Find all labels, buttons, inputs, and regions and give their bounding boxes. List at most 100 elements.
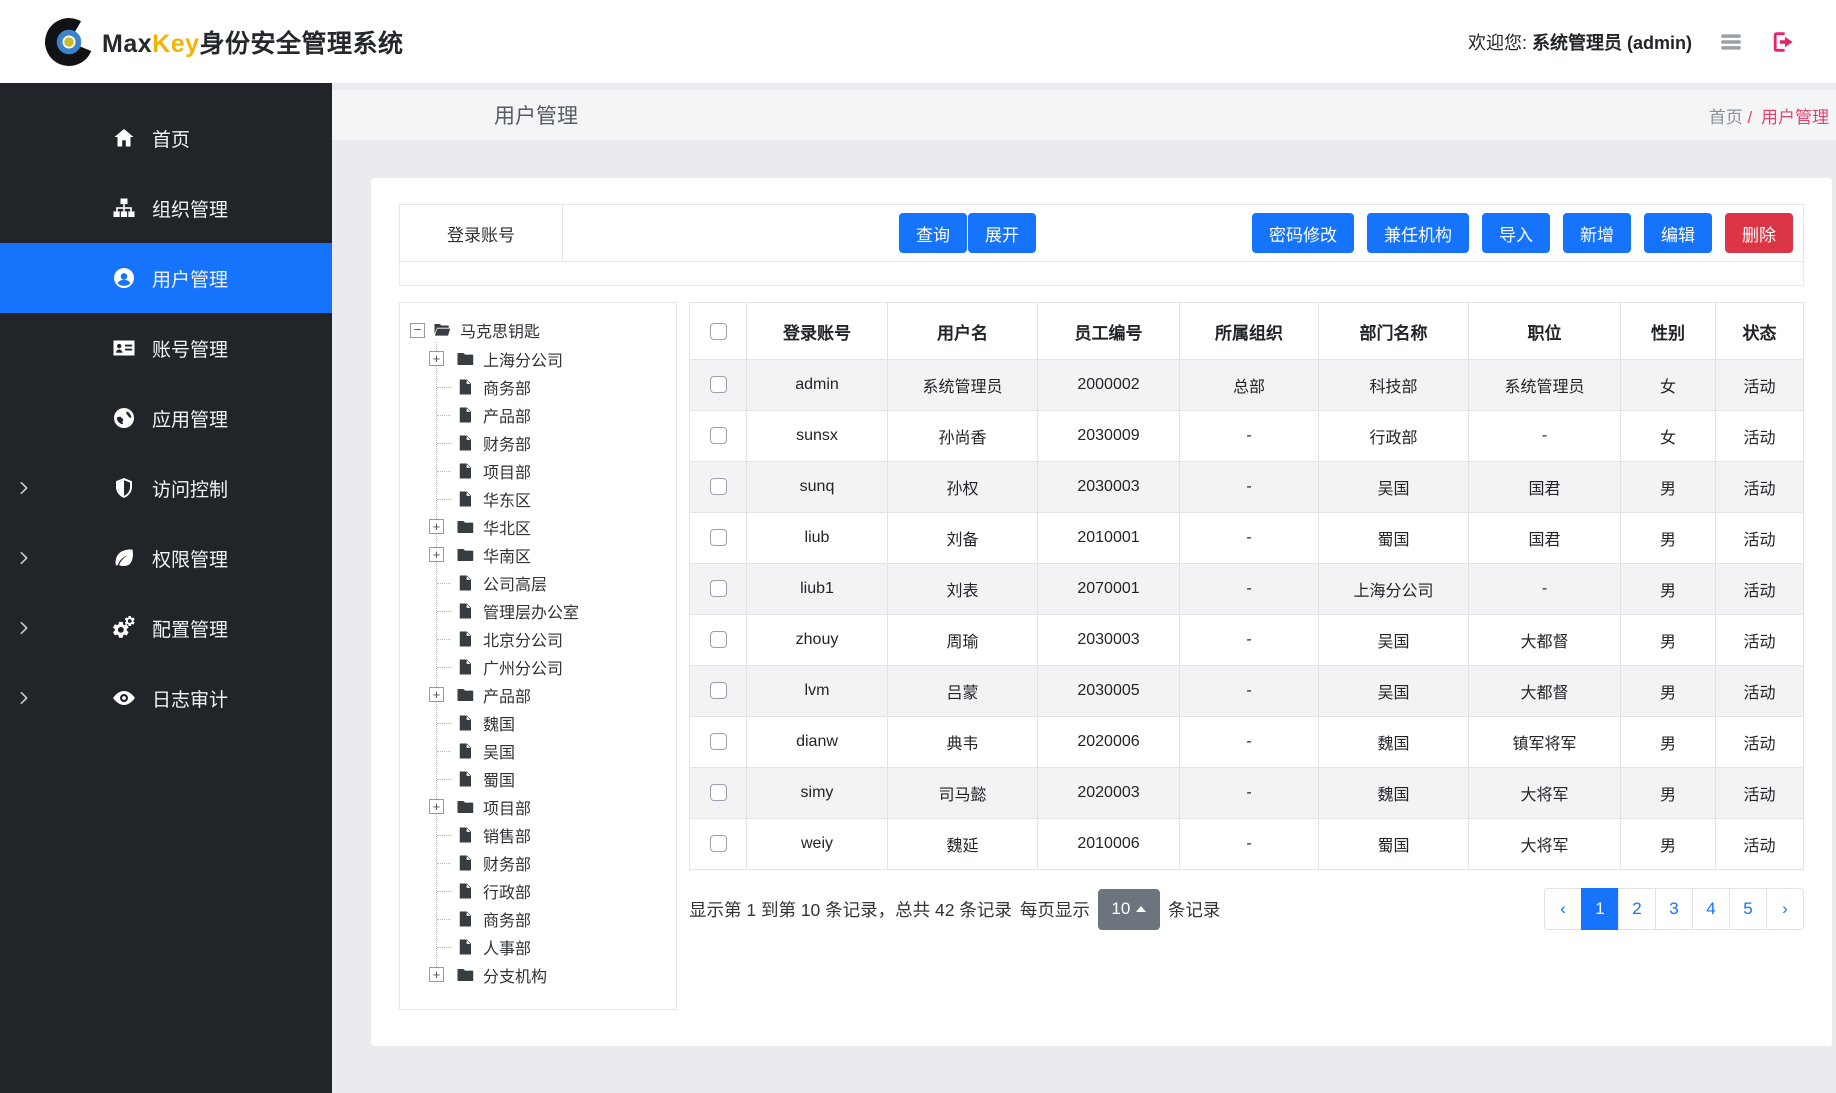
row-checkbox[interactable] xyxy=(710,580,727,597)
tree-node[interactable]: 商务部 xyxy=(406,373,670,401)
expand-button[interactable]: 展开 xyxy=(968,213,1036,253)
tree-node[interactable]: 产品部 xyxy=(406,401,670,429)
hamburger-menu-icon[interactable] xyxy=(1718,29,1744,55)
page-size-select[interactable]: 10 xyxy=(1098,889,1160,930)
table-row[interactable]: weiy魏延2010006-蜀国大将军男活动 xyxy=(690,819,1804,870)
tree-node[interactable]: 广州分公司 xyxy=(406,653,670,681)
delete-button[interactable]: 删除 xyxy=(1725,213,1793,253)
sidebar-item-home[interactable]: 首页 xyxy=(0,103,332,173)
page-button-5[interactable]: 5 xyxy=(1729,888,1767,930)
tree-node[interactable]: +华北区 xyxy=(406,513,670,541)
table-row[interactable]: liub刘备2010001-蜀国国君男活动 xyxy=(690,513,1804,564)
cell-department: 上海分公司 xyxy=(1319,564,1469,615)
row-checkbox[interactable] xyxy=(710,478,727,495)
row-checkbox[interactable] xyxy=(710,733,727,750)
file-icon xyxy=(456,658,474,676)
sidebar-item-account[interactable]: 账号管理 xyxy=(0,313,332,383)
password-button[interactable]: 密码修改 xyxy=(1252,213,1354,253)
app-header: MaxKey身份安全管理系统 欢迎您: 系统管理员 (admin) xyxy=(0,0,1836,83)
expand-toggle[interactable]: + xyxy=(429,967,444,982)
sidebar-item-audit[interactable]: 日志审计 xyxy=(0,663,332,733)
add-button[interactable]: 新增 xyxy=(1563,213,1631,253)
edit-button[interactable]: 编辑 xyxy=(1644,213,1712,253)
table-row[interactable]: sunsx孙尚香2030009-行政部-女活动 xyxy=(690,411,1804,462)
id-card-icon xyxy=(112,336,136,360)
tree-node[interactable]: 蜀国 xyxy=(406,765,670,793)
row-checkbox[interactable] xyxy=(710,784,727,801)
page-button-4[interactable]: 4 xyxy=(1692,888,1730,930)
sidebar-item-app[interactable]: 应用管理 xyxy=(0,383,332,453)
sidebar-item-label: 账号管理 xyxy=(152,335,228,362)
page-button-1[interactable]: 1 xyxy=(1581,888,1619,930)
tree-node[interactable]: 销售部 xyxy=(406,821,670,849)
row-checkbox[interactable] xyxy=(710,682,727,699)
table-row[interactable]: simy司马懿2020003-魏国大将军男活动 xyxy=(690,768,1804,819)
row-checkbox[interactable] xyxy=(710,427,727,444)
tree-node[interactable]: 公司高层 xyxy=(406,569,670,597)
page-button-3[interactable]: 3 xyxy=(1655,888,1693,930)
cell-organization: - xyxy=(1180,819,1319,870)
cell-username: 孙尚香 xyxy=(888,411,1038,462)
table-row[interactable]: liub1刘表2070001-上海分公司-男活动 xyxy=(690,564,1804,615)
row-checkbox[interactable] xyxy=(710,631,727,648)
row-checkbox[interactable] xyxy=(710,376,727,393)
sidebar-item-perm[interactable]: 权限管理 xyxy=(0,523,332,593)
cell-gender: 男 xyxy=(1621,462,1716,513)
expand-toggle[interactable]: + xyxy=(429,519,444,534)
login-account-input[interactable] xyxy=(563,205,899,261)
agency-button[interactable]: 兼任机构 xyxy=(1367,213,1469,253)
per-page-prefix: 每页显示 xyxy=(1020,897,1090,922)
cell-organization: - xyxy=(1180,768,1319,819)
tree-node[interactable]: +上海分公司 xyxy=(406,345,670,373)
tree-node[interactable]: 北京分公司 xyxy=(406,625,670,653)
tree-node[interactable]: +产品部 xyxy=(406,681,670,709)
table-row[interactable]: dianw典韦2020006-魏国镇军将军男活动 xyxy=(690,717,1804,768)
cell-department: 蜀国 xyxy=(1319,819,1469,870)
tree-node[interactable]: 魏国 xyxy=(406,709,670,737)
expand-toggle[interactable]: + xyxy=(429,547,444,562)
expand-toggle[interactable]: + xyxy=(429,799,444,814)
tree-node-label: 华东区 xyxy=(483,487,531,511)
tree-node[interactable]: 财务部 xyxy=(406,849,670,877)
collapse-toggle[interactable]: − xyxy=(410,323,425,338)
cell-position: - xyxy=(1469,564,1621,615)
sidebar-item-access[interactable]: 访问控制 xyxy=(0,453,332,523)
import-button[interactable]: 导入 xyxy=(1482,213,1550,253)
tree-node[interactable]: +分支机构 xyxy=(406,961,670,989)
sidebar-item-org[interactable]: 组织管理 xyxy=(0,173,332,243)
sidebar-item-label: 组织管理 xyxy=(152,195,228,222)
tree-node[interactable]: 华东区 xyxy=(406,485,670,513)
expand-toggle[interactable]: + xyxy=(429,351,444,366)
tree-node[interactable]: 管理层办公室 xyxy=(406,597,670,625)
cell-username: 司马懿 xyxy=(888,768,1038,819)
tree-node[interactable]: 项目部 xyxy=(406,457,670,485)
breadcrumb-home-link[interactable]: 首页 xyxy=(1709,108,1743,127)
row-checkbox[interactable] xyxy=(710,529,727,546)
tree-root-node[interactable]: − 马克思钥匙 xyxy=(406,315,670,345)
next-page-button[interactable]: › xyxy=(1766,888,1804,930)
tree-node[interactable]: +华南区 xyxy=(406,541,670,569)
tree-node[interactable]: 吴国 xyxy=(406,737,670,765)
table-row[interactable]: sunq孙权2030003-吴国国君男活动 xyxy=(690,462,1804,513)
col-login-account: 登录账号 xyxy=(747,303,888,360)
select-all-checkbox[interactable] xyxy=(710,323,727,340)
tree-node[interactable]: 财务部 xyxy=(406,429,670,457)
prev-page-button[interactable]: ‹ xyxy=(1544,888,1582,930)
page-button-2[interactable]: 2 xyxy=(1618,888,1656,930)
tree-node[interactable]: 人事部 xyxy=(406,933,670,961)
col-organization: 所属组织 xyxy=(1180,303,1319,360)
table-row[interactable]: admin系统管理员2000002总部科技部系统管理员女活动 xyxy=(690,360,1804,411)
tree-node[interactable]: 商务部 xyxy=(406,905,670,933)
query-button[interactable]: 查询 xyxy=(899,213,967,253)
table-row[interactable]: zhouy周瑜2030003-吴国大都督男活动 xyxy=(690,615,1804,666)
sign-out-icon[interactable] xyxy=(1770,29,1796,55)
sidebar-item-user[interactable]: 用户管理 xyxy=(0,243,332,313)
cell-employee-id: 2030005 xyxy=(1038,666,1180,717)
tree-node[interactable]: +项目部 xyxy=(406,793,670,821)
table-row[interactable]: lvm吕蒙2030005-吴国大都督男活动 xyxy=(690,666,1804,717)
sidebar-item-label: 配置管理 xyxy=(152,615,228,642)
sidebar-item-config[interactable]: 配置管理 xyxy=(0,593,332,663)
row-checkbox[interactable] xyxy=(710,835,727,852)
expand-toggle[interactable]: + xyxy=(429,687,444,702)
tree-node[interactable]: 行政部 xyxy=(406,877,670,905)
